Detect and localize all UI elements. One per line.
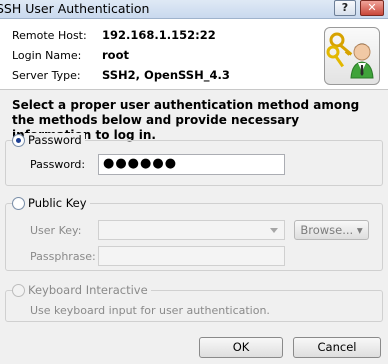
user-key-select[interactable] (98, 220, 285, 240)
close-button[interactable]: ✕ (360, 0, 384, 16)
help-button[interactable]: ? (334, 0, 356, 16)
passphrase-label: Passphrase: (30, 250, 96, 263)
title-bar: SSH User Authentication ? ✕ (0, 0, 388, 19)
login-name-label: Login Name: (12, 49, 82, 62)
server-type-label: Server Type: (12, 69, 81, 82)
keys-user-icon (324, 27, 380, 85)
user-key-label: User Key: (30, 224, 82, 237)
ok-button[interactable]: OK (199, 337, 283, 358)
login-name-value: root (102, 48, 129, 62)
keyboard-interactive-radio[interactable] (12, 284, 25, 297)
keyboard-interactive-radio-label[interactable]: Keyboard Interactive (25, 283, 151, 297)
password-radio-label[interactable]: Password (25, 133, 85, 147)
chevron-down-icon (270, 228, 278, 233)
password-input[interactable]: ●●●●●● (98, 154, 285, 175)
keyboard-interactive-description: Use keyboard input for user authenticati… (30, 304, 270, 317)
server-type-value: SSH2, OpenSSH_4.3 (102, 68, 230, 82)
remote-host-value: 192.168.1.152:22 (102, 28, 216, 42)
password-radio[interactable] (12, 134, 25, 147)
browse-button[interactable]: Browse... ▾ (294, 220, 369, 240)
passphrase-input[interactable] (98, 246, 285, 266)
connection-info-panel: Remote Host: 192.168.1.152:22 Login Name… (0, 19, 388, 90)
password-masked-value: ●●●●●● (103, 156, 178, 171)
password-field-label: Password: (30, 158, 86, 171)
remote-host-label: Remote Host: (12, 29, 87, 42)
cancel-button[interactable]: Cancel (293, 337, 381, 358)
public-key-radio[interactable] (12, 197, 25, 210)
window-title: SSH User Authentication (0, 1, 150, 16)
public-key-radio-label[interactable]: Public Key (25, 196, 90, 210)
